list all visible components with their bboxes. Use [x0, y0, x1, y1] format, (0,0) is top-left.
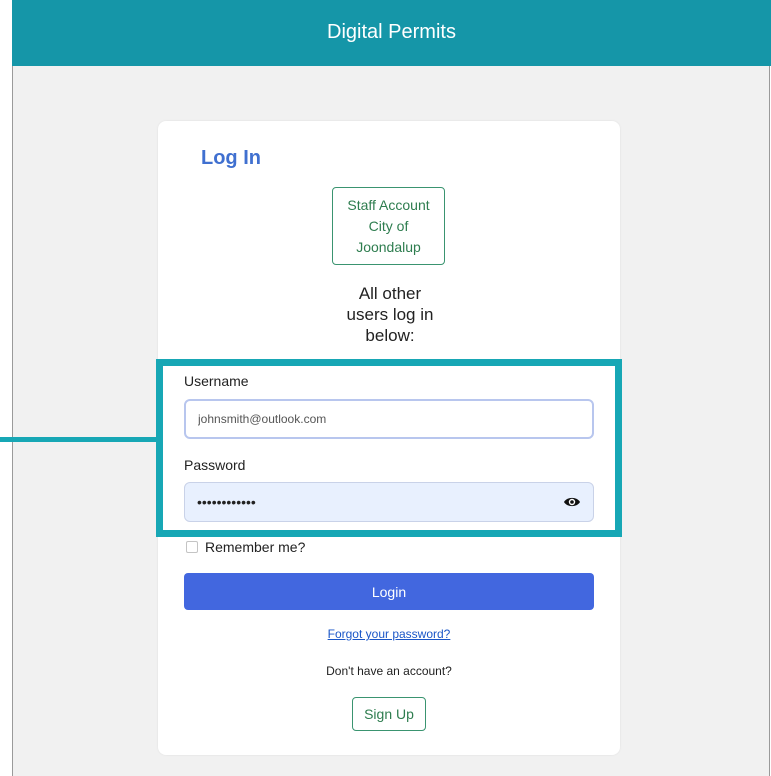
login-title: Log In — [201, 147, 261, 169]
other-users-line-1: All other — [358, 284, 422, 303]
sign-up-button[interactable]: Sign Up — [352, 697, 426, 731]
remember-me-label[interactable]: Remember me? — [205, 539, 305, 555]
other-users-note: All other users log in below: — [330, 283, 450, 346]
other-users-line-2: users log in — [346, 305, 434, 324]
login-button[interactable]: Login — [184, 573, 594, 610]
other-users-line-3: below: — [365, 326, 415, 345]
app-header: Digital Permits — [12, 0, 771, 66]
highlight-pointer-line — [0, 437, 156, 442]
remember-me-checkbox[interactable] — [186, 541, 198, 553]
app-title: Digital Permits — [327, 20, 456, 43]
staff-account-button[interactable]: Staff Account City of Joondalup — [332, 187, 445, 265]
no-account-text: Don't have an account? — [326, 664, 452, 678]
forgot-password-link[interactable]: Forgot your password? — [0, 627, 771, 641]
credentials-highlight — [156, 359, 622, 537]
staff-account-line-3: Joondalup — [356, 238, 421, 255]
staff-account-line-2: City of — [368, 217, 409, 234]
staff-account-line-1: Staff Account — [347, 196, 430, 213]
